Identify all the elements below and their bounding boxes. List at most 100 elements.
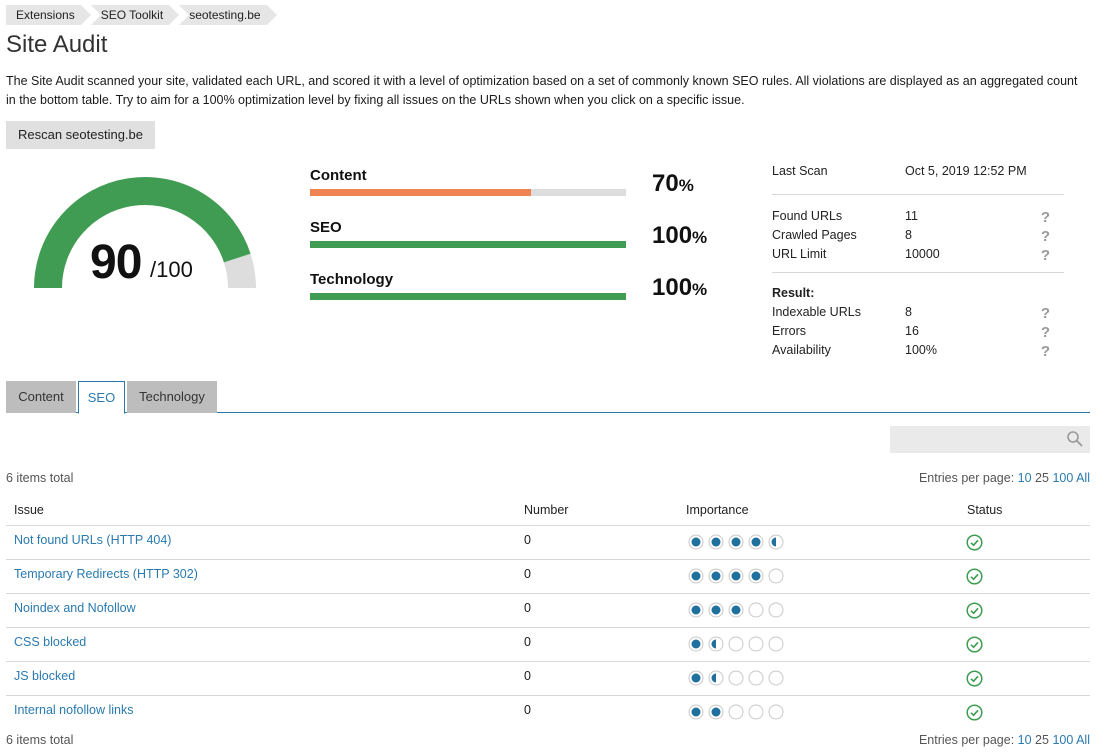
importance-dot-full <box>688 670 704 686</box>
category-bar-fill <box>310 241 626 248</box>
importance-dot-full <box>708 704 724 720</box>
stat-url-limit: URL Limit 10000 ? <box>772 246 1050 265</box>
header-status[interactable]: Status <box>967 503 1002 517</box>
entries-option-all[interactable]: All <box>1076 471 1090 485</box>
help-icon[interactable]: ? <box>1041 227 1050 246</box>
category-percent: 100% <box>652 274 708 301</box>
check-circle-icon <box>966 602 983 619</box>
table-row: Noindex and Nofollow 0 <box>6 594 1090 628</box>
breadcrumb-extensions[interactable]: Extensions <box>6 5 91 25</box>
issue-number: 0 <box>524 703 531 717</box>
table-row: Internal nofollow links 0 <box>6 696 1090 730</box>
importance-dot-full <box>688 704 704 720</box>
table-row: CSS blocked 0 <box>6 628 1090 662</box>
header-importance[interactable]: Importance <box>686 503 749 517</box>
table-row: JS blocked 0 <box>6 662 1090 696</box>
gauge-max: /100 <box>150 257 193 282</box>
entries-option-25[interactable]: 25 <box>1035 733 1049 747</box>
tab-content[interactable]: Content <box>6 381 76 413</box>
category-percent: 70% <box>652 170 694 197</box>
category-name: Technology <box>310 271 394 288</box>
importance-dot-half <box>708 636 724 652</box>
help-icon[interactable]: ? <box>1041 304 1050 323</box>
rescan-button[interactable]: Rescan seotesting.be <box>6 121 155 149</box>
issue-link[interactable]: Temporary Redirects (HTTP 302) <box>14 567 198 581</box>
breadcrumb-site[interactable]: seotesting.be <box>179 5 278 25</box>
importance-dot-full <box>688 602 704 618</box>
entries-option-10[interactable]: 10 <box>1018 733 1032 747</box>
help-icon[interactable]: ? <box>1041 208 1050 227</box>
importance-dot-empty <box>728 670 744 686</box>
category-bar <box>310 293 626 300</box>
check-circle-icon <box>966 670 983 687</box>
stat-indexable-urls: Indexable URLs 8 ? <box>772 304 1050 323</box>
breadcrumb-seo-toolkit[interactable]: SEO Toolkit <box>90 5 180 25</box>
search-icon[interactable] <box>1066 430 1084 448</box>
items-total-bottom: 6 items total <box>6 733 74 747</box>
importance-rating <box>688 704 788 720</box>
header-number[interactable]: Number <box>524 503 568 517</box>
breadcrumb: Extensions SEO Toolkit seotesting.be <box>6 5 278 25</box>
issue-link[interactable]: JS blocked <box>14 669 75 683</box>
category-bar <box>310 189 626 196</box>
page-description: The Site Audit scanned your site, valida… <box>6 74 1078 107</box>
importance-dot-half <box>768 534 784 550</box>
page-title: Site Audit <box>6 31 108 58</box>
entries-option-all[interactable]: All <box>1076 733 1090 747</box>
tab-technology[interactable]: Technology <box>127 381 217 413</box>
check-circle-icon <box>966 636 983 653</box>
category-name: SEO <box>310 219 342 236</box>
importance-dot-empty <box>768 670 784 686</box>
gauge-arc <box>34 177 256 289</box>
category-name: Content <box>310 167 367 184</box>
importance-dot-empty <box>728 704 744 720</box>
search-input[interactable] <box>890 426 1090 453</box>
tab-seo[interactable]: SEO <box>78 381 125 414</box>
stat-crawled-pages: Crawled Pages 8 ? <box>772 227 1050 246</box>
importance-dot-empty <box>768 704 784 720</box>
issue-link[interactable]: Not found URLs (HTTP 404) <box>14 533 171 547</box>
help-icon[interactable]: ? <box>1041 246 1050 265</box>
category-technology: Technology 100% <box>310 271 730 311</box>
issue-number: 0 <box>524 669 531 683</box>
importance-rating <box>688 636 788 652</box>
issue-number: 0 <box>524 635 531 649</box>
header-issue[interactable]: Issue <box>14 503 44 517</box>
stat-errors: Errors 16 ? <box>772 323 1050 342</box>
importance-dot-full <box>728 602 744 618</box>
entries-option-100[interactable]: 100 <box>1052 733 1073 747</box>
importance-dot-empty <box>748 602 764 618</box>
importance-dot-full <box>748 568 764 584</box>
importance-dot-full <box>728 568 744 584</box>
importance-dot-full <box>688 568 704 584</box>
issue-link[interactable]: CSS blocked <box>14 635 86 649</box>
entries-option-100[interactable]: 100 <box>1052 471 1073 485</box>
issues-table: Issue Number Importance Status Not found… <box>6 500 1090 730</box>
issue-link[interactable]: Internal nofollow links <box>14 703 134 717</box>
entries-option-25[interactable]: 25 <box>1035 471 1049 485</box>
importance-dot-full <box>688 534 704 550</box>
importance-dot-empty <box>728 636 744 652</box>
importance-dot-empty <box>768 602 784 618</box>
category-bar <box>310 241 626 248</box>
importance-rating <box>688 670 788 686</box>
importance-dot-full <box>728 534 744 550</box>
issue-number: 0 <box>524 567 531 581</box>
importance-dot-empty <box>768 568 784 584</box>
importance-rating <box>688 602 788 618</box>
stat-result-heading: Result: <box>772 286 815 300</box>
help-icon[interactable]: ? <box>1041 323 1050 342</box>
entries-option-10[interactable]: 10 <box>1018 471 1032 485</box>
importance-dot-empty <box>748 636 764 652</box>
importance-dot-empty <box>748 670 764 686</box>
importance-dot-full <box>748 534 764 550</box>
stat-availability: Availability 100% ? <box>772 342 1050 361</box>
issue-number: 0 <box>524 533 531 547</box>
gauge-track <box>223 253 256 289</box>
issue-link[interactable]: Noindex and Nofollow <box>14 601 136 615</box>
help-icon[interactable]: ? <box>1041 342 1050 361</box>
importance-dot-empty <box>748 704 764 720</box>
category-seo: SEO 100% <box>310 219 730 259</box>
importance-dot-full <box>708 568 724 584</box>
category-bar-fill <box>310 189 532 196</box>
